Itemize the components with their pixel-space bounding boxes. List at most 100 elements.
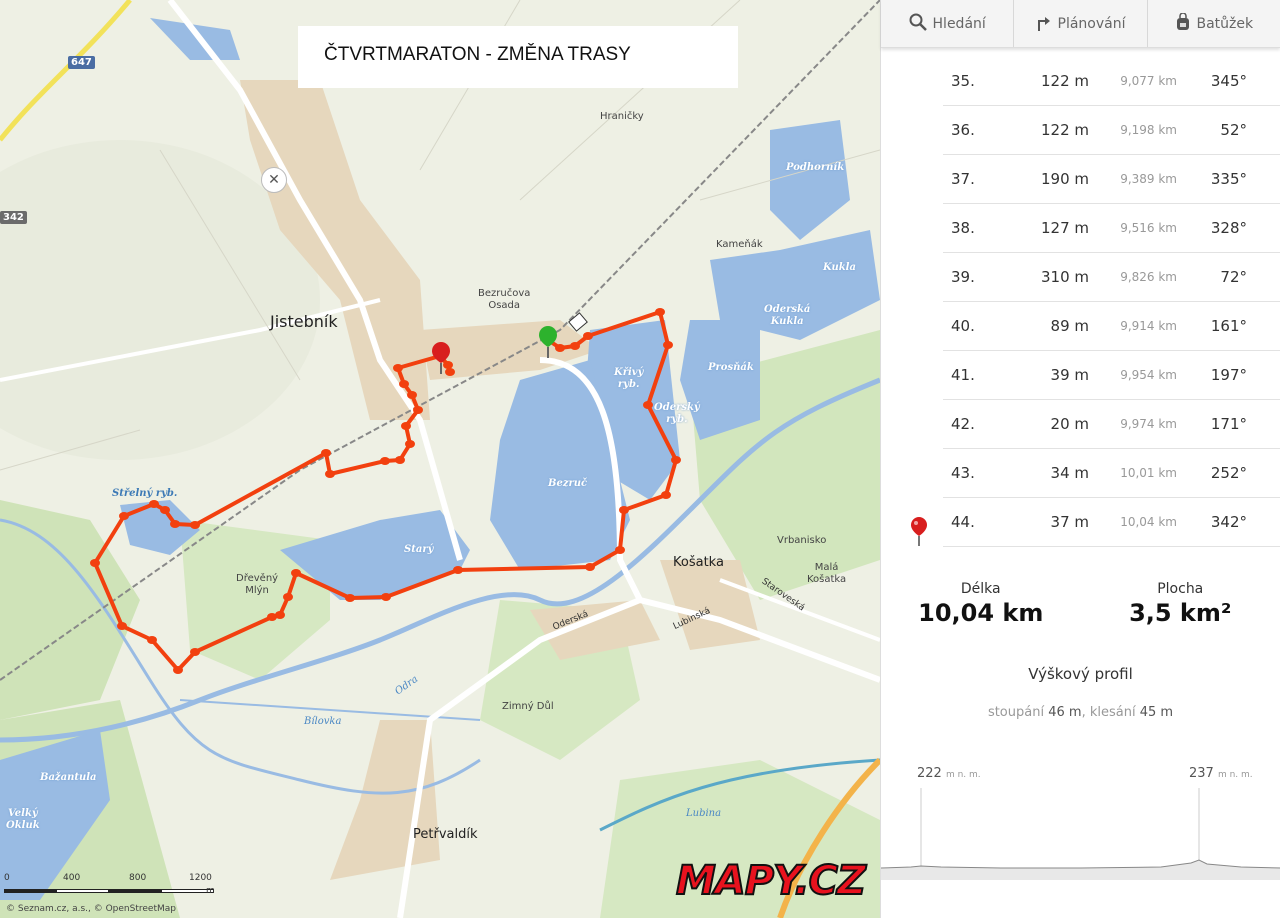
- segment-cumulative: 9,826 km: [1120, 270, 1177, 284]
- restaurant-icon[interactable]: ✕: [261, 167, 287, 193]
- segment-cumulative: 9,516 km: [1120, 221, 1177, 235]
- segment-cumulative: 9,974 km: [1120, 417, 1177, 431]
- place-vrbanisko: Vrbanisko: [777, 535, 827, 546]
- segment-row[interactable]: 37. 190 m 9,389 km 335°: [943, 155, 1280, 204]
- route-waypoint: [555, 344, 565, 352]
- water-krivy: Křivý ryb.: [614, 367, 644, 390]
- segment-row[interactable]: 40. 89 m 9,914 km 161°: [943, 302, 1280, 351]
- length-label: Délka: [960, 581, 1001, 597]
- segment-number: 35.: [951, 72, 975, 90]
- water-bazantula: Bažantula: [40, 772, 97, 783]
- place-zimny-dul: Zimný Důl: [502, 701, 554, 712]
- route-waypoint: [173, 666, 183, 674]
- route-waypoint: [149, 500, 159, 508]
- ascent-value: 46 m: [1048, 705, 1082, 720]
- segment-row[interactable]: 35. 122 m 9,077 km 345°: [943, 57, 1280, 106]
- place-hranicky: Hraničky: [600, 111, 644, 122]
- place-kosatka[interactable]: Košatka: [673, 555, 724, 570]
- top-toolbar: Hledání Plánování Batůžek: [881, 0, 1280, 48]
- river-bilovka: Bílovka: [304, 716, 342, 727]
- segment-distance: 127 m: [1040, 219, 1089, 237]
- end-altitude-value: 237: [1189, 766, 1214, 781]
- water-velky-okluk: Velký Okluk: [6, 808, 40, 831]
- map-title-card: ČTVRTMARATON - ZMĚNA TRASY: [298, 26, 738, 88]
- road-badge-647: 647: [68, 56, 95, 69]
- segment-row[interactable]: 43. 34 m 10,01 km 252°: [943, 449, 1280, 498]
- scale-label-800: 800: [129, 873, 147, 883]
- backpack-icon: [1175, 11, 1191, 35]
- route-waypoint: [380, 457, 390, 465]
- length-value: 10,04 km: [918, 599, 1044, 627]
- segment-distance: 190 m: [1040, 170, 1089, 188]
- tab-search-label: Hledání: [932, 15, 986, 32]
- road-badge-342: 342: [0, 211, 27, 224]
- segment-row[interactable]: 38. 127 m 9,516 km 328°: [943, 204, 1280, 253]
- segment-distance: 89 m: [1050, 317, 1089, 335]
- segment-cumulative: 9,077 km: [1120, 74, 1177, 88]
- segment-row[interactable]: 44. 37 m 10,04 km 342°: [911, 498, 1280, 547]
- segment-bearing: 171°: [1210, 415, 1247, 433]
- tab-search[interactable]: Hledání: [881, 0, 1015, 47]
- route-waypoint: [445, 368, 455, 376]
- segment-bearing: 161°: [1210, 317, 1247, 335]
- water-odersky: Oderský ryb.: [654, 402, 700, 425]
- place-petrvaldik[interactable]: Petřvaldík: [413, 827, 477, 842]
- scale-label-1200: 1200: [189, 873, 212, 883]
- tab-backpack[interactable]: Batůžek: [1148, 0, 1280, 47]
- segment-bearing: 252°: [1210, 464, 1247, 482]
- end-marker-icon: [909, 516, 929, 552]
- segment-bearing: 335°: [1210, 170, 1247, 188]
- route-segments-list: 35. 122 m 9,077 km 345° 36. 122 m 9,198 km 52° 3…: [881, 57, 1280, 547]
- route-waypoint: [160, 506, 170, 514]
- segment-bearing: 345°: [1210, 72, 1247, 90]
- length-stat: Délka 10,04 km: [881, 581, 1081, 627]
- tab-backpack-label: Batůžek: [1196, 15, 1254, 32]
- segment-row[interactable]: 36. 122 m 9,198 km 52°: [943, 106, 1280, 155]
- route-waypoint: [405, 440, 415, 448]
- place-jistebnik[interactable]: Jistebník: [270, 312, 338, 331]
- route-waypoint: [570, 342, 580, 350]
- segment-distance: 39 m: [1050, 366, 1089, 384]
- segment-bearing: 72°: [1220, 268, 1247, 286]
- scale-label-400: 400: [63, 873, 81, 883]
- end-altitude-unit: m n. m.: [1217, 770, 1253, 780]
- mapy-logo[interactable]: MAPY.CZ: [675, 857, 867, 905]
- place-dreveny-mlyn: Dřevěný Mlýn: [236, 573, 279, 596]
- search-icon: [909, 13, 927, 35]
- tab-planning[interactable]: Plánování: [1014, 0, 1148, 47]
- map-view[interactable]: ČTVRTMARATON - ZMĚNA TRASY 647 342 ✕ Jis…: [0, 0, 880, 918]
- sidebar: Hledání Plánování Batůžek 35. 122 m 9,077 …: [880, 0, 1280, 918]
- route-waypoint: [170, 520, 180, 528]
- route-waypoint: [453, 566, 463, 574]
- segment-number: 40.: [951, 317, 975, 335]
- segment-distance: 122 m: [1040, 72, 1089, 90]
- water-kukla: Kukla: [823, 262, 856, 273]
- water-oderska-kukla: Oderská Kukla: [764, 304, 811, 327]
- place-bezrucova-osada: Bezručova Osada: [478, 288, 531, 311]
- route-waypoint: [661, 491, 671, 499]
- route-waypoint: [321, 449, 331, 457]
- segment-cumulative: 10,01 km: [1120, 466, 1177, 480]
- segment-row[interactable]: 39. 310 m 9,826 km 72°: [943, 253, 1280, 302]
- segment-row[interactable]: 41. 39 m 9,954 km 197°: [943, 351, 1280, 400]
- water-strelny: Střelný ryb.: [112, 488, 178, 499]
- route-waypoint: [663, 341, 673, 349]
- route-waypoint: [443, 361, 453, 369]
- elevation-profile-chart[interactable]: [881, 780, 1280, 880]
- climb-summary: stoupání 46 m, klesání 45 m: [987, 705, 1174, 720]
- scale-bar: [4, 889, 214, 893]
- route-waypoint: [407, 391, 417, 399]
- segment-cumulative: 9,914 km: [1120, 319, 1177, 333]
- route-waypoint: [393, 364, 403, 372]
- map-attribution[interactable]: © Seznam.cz, a.s., © OpenStreetMap: [6, 904, 176, 914]
- scale-unit: m: [206, 886, 215, 896]
- tab-planning-label: Plánování: [1057, 15, 1126, 32]
- route-waypoint: [381, 593, 391, 601]
- segment-number: 44.: [951, 513, 975, 531]
- route-waypoint: [291, 569, 301, 577]
- segment-row[interactable]: 42. 20 m 9,974 km 171°: [943, 400, 1280, 449]
- area-label: Plocha: [1157, 581, 1204, 597]
- route-waypoint: [117, 622, 127, 630]
- descent-label: klesání: [1089, 705, 1136, 720]
- scale-label-0: 0: [4, 873, 10, 883]
